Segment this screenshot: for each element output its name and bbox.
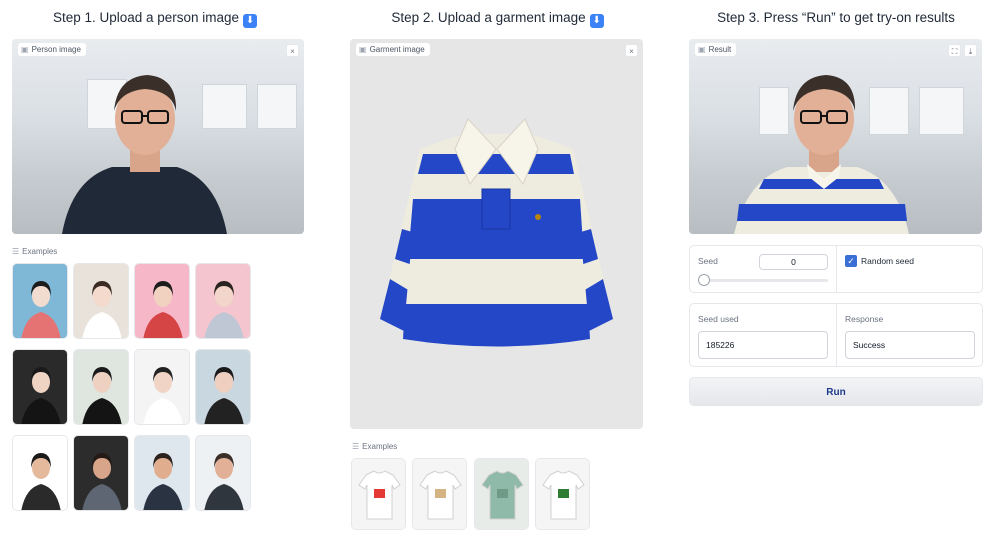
example-photo xyxy=(196,264,250,338)
random-seed-label: Random seed xyxy=(861,256,914,266)
person-example-thumbnail[interactable] xyxy=(195,435,251,511)
example-garment xyxy=(352,459,405,529)
example-photo xyxy=(74,350,128,424)
example-photo xyxy=(13,264,67,338)
step2-title: Step 2. Upload a garment image ⬇ xyxy=(380,10,615,28)
divider xyxy=(836,304,837,366)
result-photo xyxy=(734,75,909,234)
seed-card: Seed 0 ✓ Random seed xyxy=(689,245,983,293)
person-example-thumbnail[interactable] xyxy=(12,263,68,339)
example-photo xyxy=(196,350,250,424)
garment-image-label: ▣ Garment image xyxy=(356,43,430,56)
seed-slider-track[interactable] xyxy=(704,279,828,282)
example-garment xyxy=(413,459,466,529)
person-example-thumbnail[interactable] xyxy=(12,349,68,425)
example-garment xyxy=(475,459,528,529)
step1-title: Step 1. Upload a person image ⬇ xyxy=(40,10,270,28)
garment-example-thumbnail[interactable] xyxy=(474,458,529,530)
checkmark-icon: ✓ xyxy=(847,256,855,266)
response-label: Response xyxy=(845,314,884,324)
example-photo xyxy=(13,350,67,424)
person-image-upload[interactable]: ▣ Person image × xyxy=(12,39,304,234)
person-image-label: ▣ Person image xyxy=(18,43,86,56)
example-photo xyxy=(196,436,250,510)
garment-example-thumbnail[interactable] xyxy=(412,458,467,530)
example-photo xyxy=(135,350,189,424)
seed-number-input[interactable]: 0 xyxy=(759,254,828,270)
arrow-down-icon: ⬇ xyxy=(589,14,604,28)
example-garment xyxy=(536,459,589,529)
outputs-card: Seed used 185226 Response Success xyxy=(689,303,983,367)
example-photo xyxy=(74,264,128,338)
example-photo xyxy=(135,436,189,510)
person-examples-label: ☰ Examples xyxy=(12,247,58,256)
divider xyxy=(836,246,837,292)
fullscreen-icon[interactable]: ⛶ xyxy=(948,44,961,57)
result-label: ▣ Result xyxy=(695,43,737,56)
download-icon[interactable]: ⤓ xyxy=(964,44,977,57)
seed-used-field[interactable]: 185226 xyxy=(698,331,828,359)
menu-icon: ☰ xyxy=(12,247,20,256)
garment-example-thumbnail[interactable] xyxy=(535,458,590,530)
example-photo xyxy=(13,436,67,510)
person-example-thumbnail[interactable] xyxy=(12,435,68,511)
seed-used-label: Seed used xyxy=(698,314,739,324)
person-example-thumbnail[interactable] xyxy=(134,349,190,425)
person-example-thumbnail[interactable] xyxy=(195,349,251,425)
person-example-thumbnail[interactable] xyxy=(134,263,190,339)
image-icon: ▣ xyxy=(21,45,29,54)
result-image: ▣ Result ⛶ ⤓ xyxy=(689,39,982,234)
run-button[interactable]: Run xyxy=(689,377,983,406)
person-example-thumbnail[interactable] xyxy=(73,435,129,511)
garment-image-upload[interactable]: ▣ Garment image × xyxy=(350,39,643,429)
garment-examples-label: ☰ Examples xyxy=(352,442,398,451)
close-icon[interactable]: × xyxy=(625,44,638,57)
image-icon: ▣ xyxy=(698,45,706,54)
person-example-thumbnail[interactable] xyxy=(195,263,251,339)
person-photo xyxy=(62,75,227,234)
close-icon[interactable]: × xyxy=(286,44,299,57)
arrow-down-icon: ⬇ xyxy=(243,14,258,28)
step3-title: Step 3. Press “Run” to get try-on result… xyxy=(717,10,955,25)
garment-example-thumbnail[interactable] xyxy=(351,458,406,530)
garment-photo xyxy=(380,118,613,347)
seed-label: Seed xyxy=(698,256,718,266)
random-seed-checkbox[interactable]: ✓ xyxy=(845,255,857,267)
menu-icon: ☰ xyxy=(352,442,360,451)
response-field[interactable]: Success xyxy=(845,331,975,359)
image-icon: ▣ xyxy=(359,45,367,54)
example-photo xyxy=(135,264,189,338)
example-photo xyxy=(74,436,128,510)
person-example-thumbnail[interactable] xyxy=(73,263,129,339)
person-example-thumbnail[interactable] xyxy=(134,435,190,511)
seed-slider-thumb[interactable] xyxy=(698,274,710,286)
person-example-thumbnail[interactable] xyxy=(73,349,129,425)
